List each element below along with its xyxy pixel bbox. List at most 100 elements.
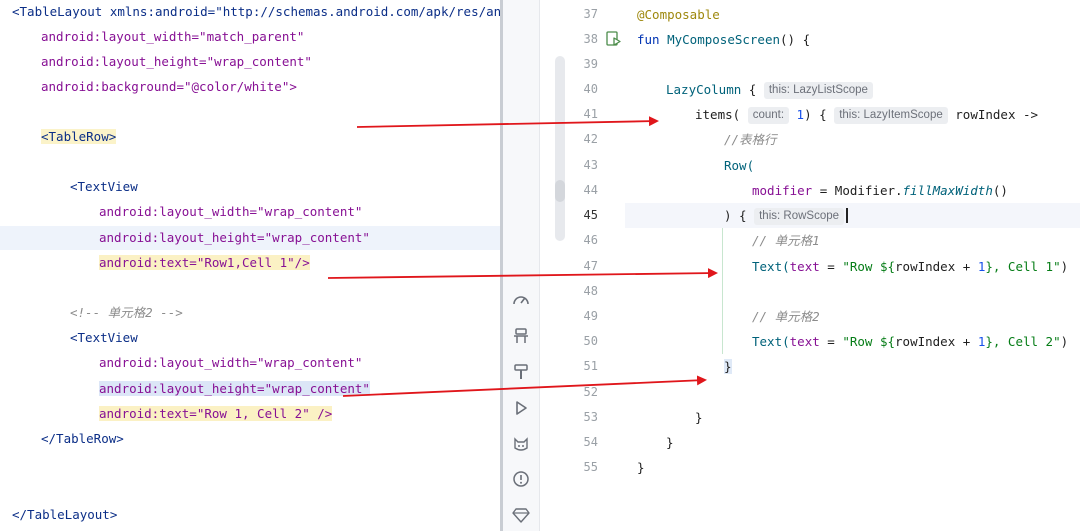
code-text: } — [666, 435, 674, 450]
function-name: Text( — [752, 334, 790, 349]
xml-editor-pane[interactable]: <TableLayout xmlns:android="http://schem… — [0, 0, 500, 531]
xml-line-table-row-open[interactable]: <TableRow> — [41, 125, 117, 149]
xml-line-tv2-width[interactable]: android:layout_width="wrap_content" — [99, 351, 362, 375]
xml-line-layout-width[interactable]: android:layout_width="match_parent" — [41, 25, 304, 49]
run-icon[interactable] — [510, 399, 532, 421]
function-name: MyComposeScreen — [667, 32, 780, 47]
line-number: 42 — [583, 132, 598, 146]
xml-tag: </TableLayout> — [12, 507, 118, 522]
xml-tag: <TextView — [70, 330, 138, 345]
code-line-55[interactable]: } — [637, 455, 645, 480]
line-number: 37 — [583, 7, 598, 21]
run-preview-gutter-icon[interactable] — [606, 31, 622, 47]
inlay-hint: this: LazyItemScope — [834, 107, 948, 124]
xml-line-tv1-width[interactable]: android:layout_width="wrap_content" — [99, 200, 362, 224]
number-literal: 1 — [796, 107, 805, 122]
xml-line-table-layout-close[interactable]: </TableLayout> — [12, 503, 117, 527]
xml-line-tv1-text[interactable]: android:text="Row1,Cell 1"/> — [99, 251, 310, 275]
vertical-scrollbar[interactable] — [555, 56, 565, 241]
line-number: 48 — [583, 284, 598, 298]
xml-tag: </TableRow> — [41, 431, 124, 446]
xml-attr-text: android:text="Row 1, Cell 2" /> — [99, 406, 333, 421]
xml-line-tv2-height[interactable]: android:layout_height="wrap_content" — [99, 377, 370, 401]
code-line-50[interactable]: Text(text = "Row ${rowIndex + 1}, Cell 2… — [752, 329, 1068, 354]
hammer-icon[interactable] — [510, 363, 532, 385]
code-line-40[interactable]: LazyColumn { this: LazyListScope — [666, 77, 873, 102]
code-text: ) — [1060, 334, 1069, 349]
xml-tag: <TextView — [70, 179, 138, 194]
string-literal: }, Cell 1" — [985, 259, 1061, 274]
xml-line-textview-2-open[interactable]: <TextView — [70, 326, 138, 350]
xml-attr-text: android:background="@color/white"> — [41, 79, 297, 94]
xml-attr-text: android:layout_height="wrap_content" — [99, 381, 370, 396]
xml-line-table-layout-open[interactable]: <TableLayout xmlns:android="http://schem… — [12, 0, 500, 24]
code-line-41[interactable]: items( count: 1) { this: LazyItemScope r… — [695, 102, 1038, 127]
matched-brace: } — [724, 359, 732, 374]
code-line-47[interactable]: Text(text = "Row ${rowIndex + 1}, Cell 1… — [752, 254, 1068, 279]
code-line-44[interactable]: modifier = Modifier.fillMaxWidth() — [752, 178, 1008, 203]
function-name: fillMaxWidth — [902, 183, 993, 198]
string-literal: }, Cell 2" — [985, 334, 1061, 349]
line-number: 49 — [583, 309, 598, 323]
code-line-54[interactable]: } — [666, 430, 674, 455]
line-number: 44 — [583, 183, 598, 197]
code-line-37[interactable]: @Composable — [637, 2, 720, 27]
code-text: ) — [1060, 259, 1069, 274]
line-number: 50 — [583, 334, 598, 348]
code-comment: //表格行 — [724, 132, 777, 147]
xml-line-layout-height[interactable]: android:layout_height="wrap_content" — [41, 50, 312, 74]
code-text: } — [637, 460, 645, 475]
line-number: 38 — [583, 32, 598, 46]
xml-attr-text: android:text="Row1,Cell 1"/> — [99, 255, 310, 270]
xml-line-comment-cell2[interactable]: <!-- 单元格2 --> — [70, 301, 183, 325]
speedometer-icon[interactable] — [510, 291, 532, 313]
scrollbar-thumb[interactable] — [555, 180, 565, 202]
code-text: rowIndex -> — [955, 107, 1039, 122]
line-number: 40 — [583, 82, 598, 96]
line-number: 46 — [583, 233, 598, 247]
code-text: } — [695, 410, 703, 425]
xml-line-tv1-height[interactable]: android:layout_height="wrap_content" — [99, 226, 370, 250]
parameter-name: text — [789, 259, 820, 274]
xml-attr-text: android:layout_width="wrap_content" — [99, 204, 363, 219]
xml-comment: <!-- 单元格2 --> — [70, 305, 183, 320]
cat-icon[interactable] — [510, 435, 532, 457]
line-number: 51 — [583, 359, 598, 373]
code-text: ) { — [804, 107, 827, 122]
line-number: 43 — [583, 158, 598, 172]
text-cursor — [846, 208, 848, 223]
gem-icon[interactable] — [510, 506, 532, 528]
code-line-49[interactable]: // 单元格2 — [752, 304, 820, 329]
profiler-icon[interactable] — [510, 327, 532, 349]
parameter-name: text — [789, 334, 820, 349]
current-line-highlight — [625, 203, 1080, 228]
xml-tag: <TableLayout xmlns:android="http://schem… — [12, 4, 500, 19]
code-line-45[interactable]: ) { this: RowScope — [724, 203, 848, 228]
indent-guide — [722, 228, 723, 354]
code-line-38[interactable]: fun MyComposeScreen() { — [637, 27, 810, 52]
xml-line-background[interactable]: android:background="@color/white"> — [41, 75, 297, 99]
xml-line-table-row-close[interactable]: </TableRow> — [41, 427, 124, 451]
code-line-53[interactable]: } — [695, 405, 703, 430]
inlay-hint: count: — [747, 107, 790, 124]
string-literal: "Row ${ — [842, 334, 896, 349]
code-line-51[interactable]: } — [724, 354, 732, 379]
code-comment: // 单元格2 — [752, 309, 820, 324]
xml-attr-text: android:layout_width="wrap_content" — [99, 355, 363, 370]
line-number: 52 — [583, 385, 598, 399]
code-text: rowIndex + — [895, 259, 978, 274]
warning-icon[interactable] — [510, 470, 532, 492]
code-text: rowIndex + — [895, 334, 978, 349]
code-line-42[interactable]: //表格行 — [724, 127, 777, 152]
xml-line-textview-1-open[interactable]: <TextView — [70, 175, 138, 199]
xml-line-tv2-text[interactable]: android:text="Row 1, Cell 2" /> — [99, 402, 333, 426]
xml-tag: <TableRow> — [41, 129, 117, 144]
code-line-43[interactable]: Row( — [724, 153, 754, 178]
code-text: () — [992, 183, 1008, 198]
parameter-name: modifier — [752, 183, 813, 198]
code-comment: // 单元格1 — [752, 233, 820, 248]
inlay-hint: this: RowScope — [754, 208, 845, 225]
keyword: fun — [637, 32, 660, 47]
code-line-46[interactable]: // 单元格1 — [752, 228, 820, 253]
annotation-text: @Composable — [637, 7, 720, 22]
